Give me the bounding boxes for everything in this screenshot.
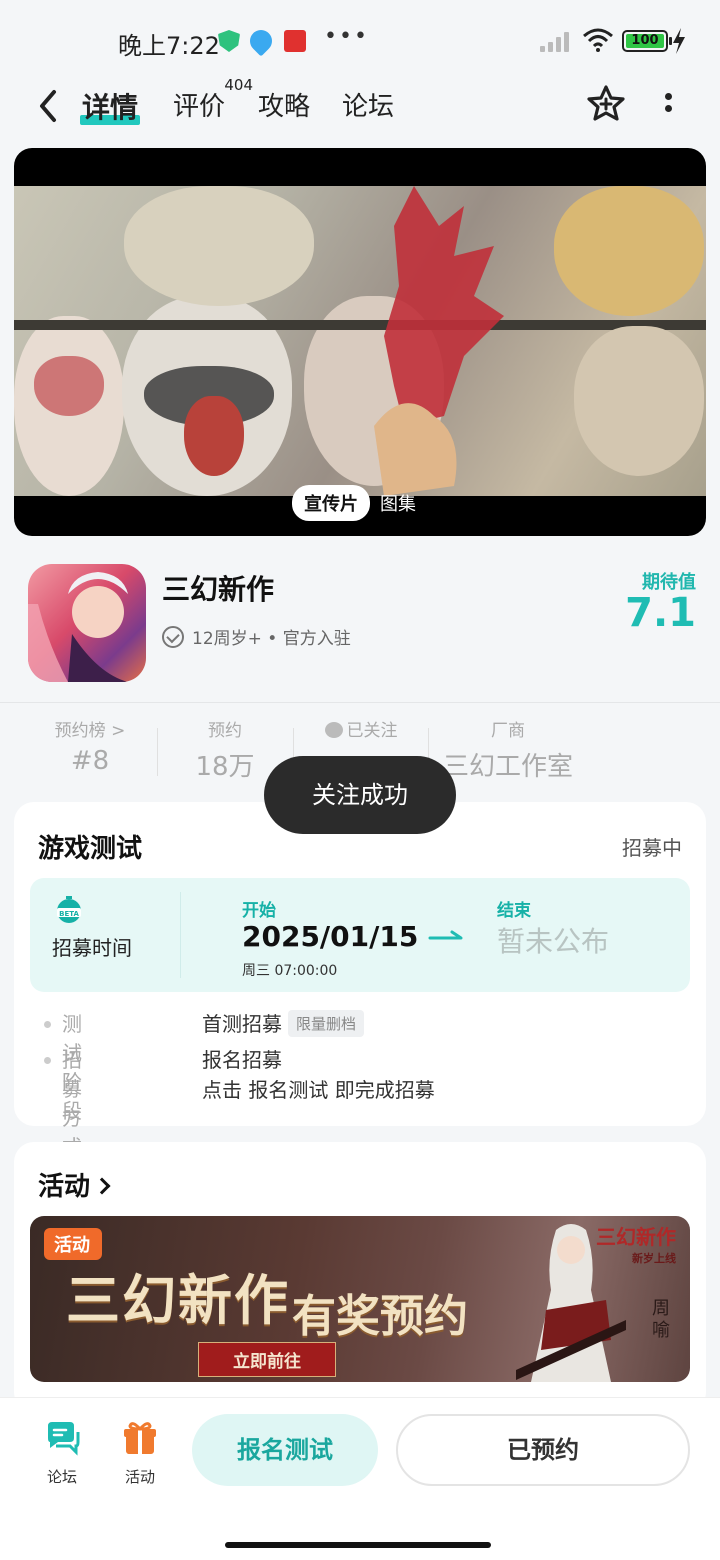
top-nav: 详情 评价 404 攻略 论坛 bbox=[0, 76, 720, 128]
status-time: 晚上7:22 bbox=[118, 32, 220, 60]
tab-forum-label: 论坛 bbox=[342, 92, 395, 122]
stat-ranking[interactable]: 预约榜 > #8 bbox=[22, 716, 158, 776]
chevron-right-icon bbox=[93, 1177, 111, 1195]
recruit-method-desc: 点击 报名测试 即完成招募 bbox=[202, 1078, 435, 1102]
recruit-method-value: 报名招募 bbox=[202, 1048, 282, 1072]
forum-chat-icon bbox=[48, 1422, 80, 1456]
activity-banner[interactable]: 活动 三幻新作 有奖预约 立即前往 三幻新作 新岁上线 周喻 bbox=[30, 1216, 690, 1382]
banner-title: 三幻新作 bbox=[66, 1268, 290, 1332]
shield-icon bbox=[218, 30, 240, 52]
tab-reviews-label: 评价 bbox=[173, 92, 226, 122]
battery-icon: 100 bbox=[622, 30, 672, 52]
tab-forum[interactable]: 论坛 bbox=[342, 86, 394, 123]
more-notifications-icon: ••• bbox=[324, 24, 369, 49]
beta-label: BETA bbox=[59, 910, 79, 918]
app-name: 三幻新作 bbox=[162, 573, 275, 606]
media-switch: 宣传片 图集 bbox=[292, 485, 416, 521]
app-notification-icon bbox=[245, 25, 277, 57]
back-arrow-icon[interactable] bbox=[34, 86, 64, 126]
bottom-action-bar: 论坛 活动 报名测试 已预约 bbox=[0, 1398, 720, 1560]
stat-developer-label: 厂商 bbox=[491, 721, 525, 741]
tab-guides-label: 攻略 bbox=[258, 92, 311, 122]
tab-details-label: 详情 bbox=[82, 91, 139, 124]
banner-subtitle: 有奖预约 bbox=[292, 1291, 468, 1342]
promo-video[interactable]: 宣传片 图集 bbox=[14, 148, 706, 536]
home-indicator bbox=[225, 1542, 491, 1548]
more-options-icon[interactable] bbox=[656, 88, 680, 124]
tab-gallery[interactable]: 图集 bbox=[380, 490, 416, 516]
activity-title-label: 活动 bbox=[38, 1172, 91, 1202]
stat-followed-label: 已关注 bbox=[346, 721, 398, 741]
end-label: 结束 bbox=[497, 901, 531, 921]
stat-reservations-label: 预约 bbox=[208, 721, 242, 741]
game-test-card: 游戏测试 招募中 BETA 招募时间 开始 2025/01/15 周三 07:0… bbox=[14, 802, 706, 1159]
charging-icon bbox=[673, 28, 685, 54]
start-date: 2025/01/15 bbox=[242, 920, 419, 953]
app-icon bbox=[28, 564, 146, 682]
stat-ranking-label: 预约榜 > bbox=[54, 721, 126, 741]
signup-test-button[interactable]: 报名测试 bbox=[192, 1414, 378, 1486]
game-test-status: 招募中 bbox=[622, 836, 682, 860]
gift-icon bbox=[124, 1422, 156, 1454]
red-mask-illustration bbox=[374, 186, 504, 496]
battery-level: 100 bbox=[626, 34, 664, 48]
banner-brand: 三幻新作 新岁上线 bbox=[596, 1226, 676, 1270]
signal-icon bbox=[540, 30, 574, 52]
reserved-button[interactable]: 已预约 bbox=[396, 1414, 690, 1486]
wifi-icon bbox=[583, 28, 613, 52]
app-meta: 12周岁+ • 官方入驻 bbox=[162, 624, 351, 649]
toast-message: 关注成功 bbox=[264, 756, 456, 834]
game-test-title: 游戏测试 bbox=[38, 834, 143, 864]
forum-button[interactable]: 论坛 bbox=[32, 1420, 92, 1487]
tab-details[interactable]: 详情 bbox=[80, 86, 141, 126]
end-value: 暂未公布 bbox=[497, 925, 610, 958]
range-arrow-icon bbox=[428, 930, 463, 940]
verified-icon bbox=[162, 625, 184, 648]
activity-title[interactable]: 活动 bbox=[38, 1166, 111, 1203]
test-phase-value: 首测招募 bbox=[202, 1012, 282, 1036]
banner-character-name: 周喻 bbox=[652, 1298, 670, 1341]
go-now-button[interactable]: 立即前往 bbox=[198, 1342, 336, 1377]
activity-button[interactable]: 活动 bbox=[110, 1420, 170, 1487]
activity-card: 活动 活动 三幻新作 有奖预约 立即前往 三幻新作 新岁上线 周喻 bbox=[14, 1142, 706, 1412]
promo-video-frame bbox=[14, 186, 706, 496]
start-label: 开始 bbox=[242, 901, 276, 921]
app-meta-text: 12周岁+ • 官方入驻 bbox=[192, 629, 351, 649]
tab-promo-video[interactable]: 宣传片 bbox=[292, 485, 370, 521]
stat-followed[interactable]: 已关注 bbox=[293, 716, 429, 746]
news-notification-icon bbox=[284, 30, 306, 52]
favorite-star-icon[interactable] bbox=[586, 84, 626, 124]
start-day: 周三 07:00:00 bbox=[242, 963, 338, 979]
tab-guides[interactable]: 攻略 bbox=[258, 86, 310, 123]
status-bar: 晚上7:22 ••• 100 bbox=[0, 0, 720, 84]
beta-timer-icon: BETA bbox=[57, 896, 81, 923]
expectation-value: 7.1 bbox=[625, 590, 696, 636]
tab-reviews[interactable]: 评价 404 bbox=[173, 76, 253, 123]
activity-label: 活动 bbox=[124, 1468, 155, 1486]
review-count: 404 bbox=[224, 76, 254, 94]
recruit-time-panel: BETA 招募时间 开始 2025/01/15 周三 07:00:00 结束 暂… bbox=[30, 878, 690, 992]
heart-icon bbox=[324, 722, 343, 738]
banner-brand-sub: 新岁上线 bbox=[632, 1252, 676, 1265]
stat-ranking-value: #8 bbox=[70, 746, 110, 776]
forum-label: 论坛 bbox=[46, 1468, 77, 1486]
divider bbox=[0, 702, 720, 703]
recruit-time-label: 招募时间 bbox=[52, 936, 132, 960]
banner-brand-title: 三幻新作 bbox=[596, 1225, 676, 1249]
test-phase-tag: 限量删档 bbox=[288, 1010, 365, 1037]
stat-developer[interactable]: 厂商 三幻工作室 bbox=[428, 716, 588, 783]
